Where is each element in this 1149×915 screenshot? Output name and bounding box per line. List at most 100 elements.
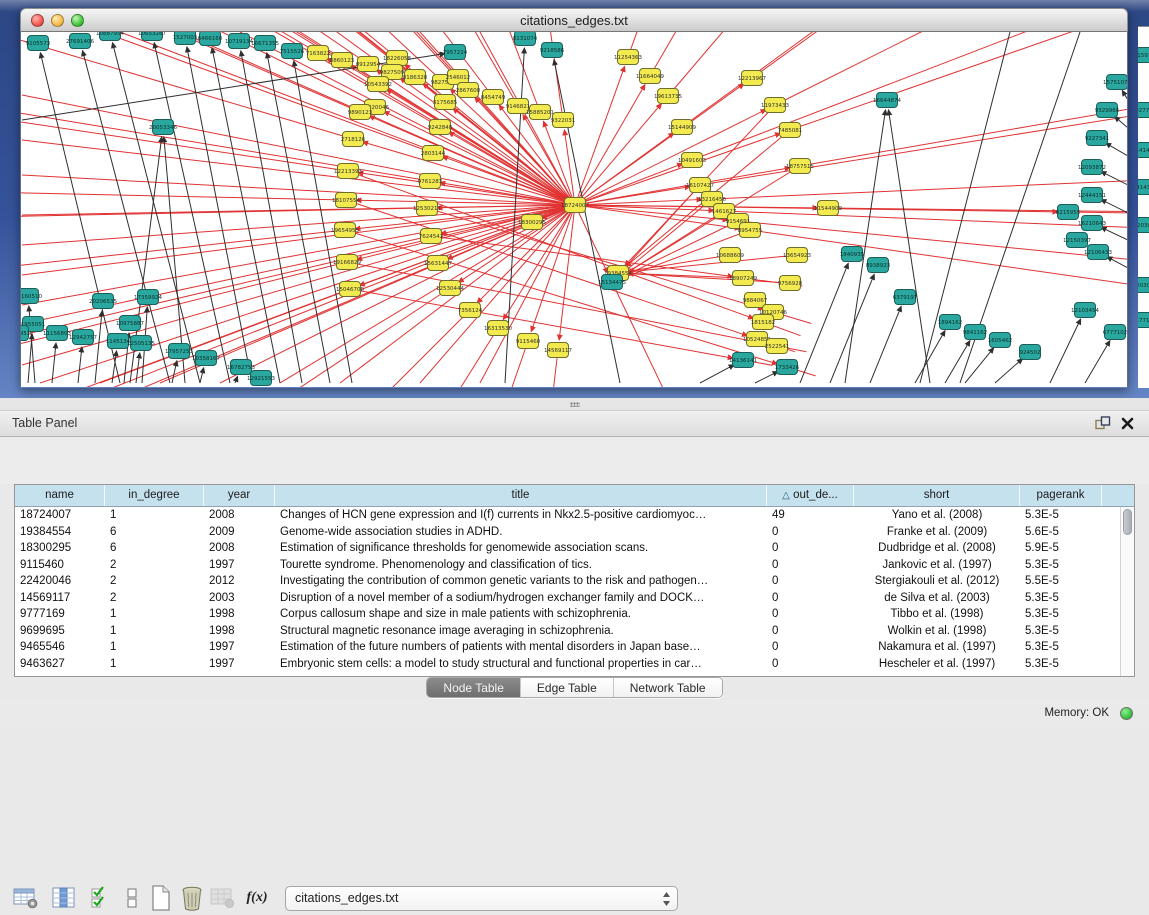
column-header-short[interactable]: short: [854, 485, 1020, 506]
table-cell[interactable]: Tibbo et al. (1998): [854, 606, 1020, 623]
table-cell[interactable]: 14569117: [15, 590, 105, 607]
table-cell[interactable]: 1997: [204, 656, 275, 673]
table-cell[interactable]: Changes of HCN gene expression and I(f) …: [275, 507, 767, 524]
show-columns-icon[interactable]: [50, 885, 78, 911]
table-cell[interactable]: 1: [105, 656, 204, 673]
table-cell[interactable]: 5.5E-5: [1020, 573, 1102, 590]
tab-edge-table[interactable]: Edge Table: [521, 678, 614, 697]
table-cell[interactable]: 2009: [204, 524, 275, 541]
column-header-name[interactable]: name: [15, 485, 105, 506]
table-cell[interactable]: 1998: [204, 623, 275, 640]
splitter-grip-icon[interactable]: [570, 402, 580, 407]
table-cell[interactable]: 2003: [204, 590, 275, 607]
table-cell[interactable]: 18300295: [15, 540, 105, 557]
table-row[interactable]: 1456911722003Disruption of a novel membe…: [15, 590, 1134, 607]
table-cell[interactable]: 0: [767, 573, 854, 590]
column-header-year[interactable]: year: [204, 485, 275, 506]
table-cell[interactable]: 49: [767, 507, 854, 524]
table-cell[interactable]: 1: [105, 623, 204, 640]
table-row[interactable]: 946362711997Embryonic stem cells: a mode…: [15, 656, 1134, 673]
table-row[interactable]: 2242004622012Investigating the contribut…: [15, 573, 1134, 590]
table-cell[interactable]: Franke et al. (2009): [854, 524, 1020, 541]
table-cell[interactable]: de Silva et al. (2003): [854, 590, 1020, 607]
column-header-out-degree[interactable]: △ out_de...: [767, 485, 854, 506]
table-cell[interactable]: 5.3E-5: [1020, 639, 1102, 656]
table-cell[interactable]: 2008: [204, 507, 275, 524]
panel-splitter[interactable]: [0, 398, 1149, 411]
table-cell[interactable]: 1: [105, 507, 204, 524]
table-cell[interactable]: 0: [767, 540, 854, 557]
table-cell[interactable]: 0: [767, 606, 854, 623]
table-cell[interactable]: Corpus callosum shape and size in male p…: [275, 606, 767, 623]
network-canvas[interactable]: 1872400718300295886012389129541822605898…: [20, 32, 1128, 387]
table-cell[interactable]: Tourette syndrome. Phenomenology and cla…: [275, 557, 767, 574]
table-cell[interactable]: 18724007: [15, 507, 105, 524]
network-window-titlebar[interactable]: citations_edges.txt: [20, 8, 1128, 32]
table-cell[interactable]: 5.3E-5: [1020, 656, 1102, 673]
table-cell[interactable]: Nakamura et al. (1997): [854, 639, 1020, 656]
table-cell[interactable]: 0: [767, 590, 854, 607]
table-cell[interactable]: 5.3E-5: [1020, 557, 1102, 574]
table-row[interactable]: 1830029562008Estimation of significance …: [15, 540, 1134, 557]
table-cell[interactable]: 2008: [204, 540, 275, 557]
table-cell[interactable]: 9699695: [15, 623, 105, 640]
table-cell[interactable]: Genome-wide association studies in ADHD.: [275, 524, 767, 541]
table-cell[interactable]: 1997: [204, 639, 275, 656]
table-cell[interactable]: Estimation of significance thresholds fo…: [275, 540, 767, 557]
table-cell[interactable]: Structural magnetic resonance image aver…: [275, 623, 767, 640]
table-cell[interactable]: 5.3E-5: [1020, 590, 1102, 607]
table-cell[interactable]: 9115460: [15, 557, 105, 574]
delete-table-icon[interactable]: [178, 885, 206, 911]
table-cell[interactable]: 22420046: [15, 573, 105, 590]
table-cell[interactable]: 5.3E-5: [1020, 623, 1102, 640]
float-window-icon[interactable]: [1095, 416, 1111, 431]
table-vertical-scrollbar[interactable]: [1120, 507, 1134, 676]
select-columns-icon[interactable]: [88, 885, 116, 911]
table-cell[interactable]: 5.9E-5: [1020, 540, 1102, 557]
table-cell[interactable]: Estimation of the future numbers of pati…: [275, 639, 767, 656]
table-row[interactable]: 1872400712008Changes of HCN gene express…: [15, 507, 1134, 524]
background-network-view[interactable]: 1591092774141435141435212030712030721771…: [1138, 26, 1149, 388]
table-cell[interactable]: Stergiakouli et al. (2012): [854, 573, 1020, 590]
table-cell[interactable]: Embryonic stem cells: a model to study s…: [275, 656, 767, 673]
table-cell[interactable]: 9465546: [15, 639, 105, 656]
tab-network-table[interactable]: Network Table: [614, 678, 722, 697]
table-cell[interactable]: 5.6E-5: [1020, 524, 1102, 541]
table-cell[interactable]: 5.3E-5: [1020, 507, 1102, 524]
table-cell[interactable]: 1: [105, 606, 204, 623]
table-row[interactable]: 977716911998Corpus callosum shape and si…: [15, 606, 1134, 623]
table-cell[interactable]: 0: [767, 524, 854, 541]
table-cell[interactable]: 0: [767, 623, 854, 640]
column-header-pagerank[interactable]: pagerank: [1020, 485, 1102, 506]
create-table-icon[interactable]: [147, 885, 175, 911]
table-cell[interactable]: 9463627: [15, 656, 105, 673]
table-cell[interactable]: Yano et al. (2008): [854, 507, 1020, 524]
table-cell[interactable]: 0: [767, 557, 854, 574]
table-cell[interactable]: Dudbridge et al. (2008): [854, 540, 1020, 557]
table-cell[interactable]: Investigating the contribution of common…: [275, 573, 767, 590]
table-cell[interactable]: 6: [105, 540, 204, 557]
table-cell[interactable]: Jankovic et al. (1997): [854, 557, 1020, 574]
scrollbar-thumb[interactable]: [1123, 509, 1132, 535]
table-selector-dropdown[interactable]: citations_edges.txt: [285, 886, 678, 911]
table-cell[interactable]: 6: [105, 524, 204, 541]
row-height-icon[interactable]: [118, 885, 146, 911]
table-cell[interactable]: 1998: [204, 606, 275, 623]
table-cell[interactable]: 19384554: [15, 524, 105, 541]
table-cell[interactable]: 2: [105, 557, 204, 574]
table-row[interactable]: 969969511998Structural magnetic resonanc…: [15, 623, 1134, 640]
table-cell[interactable]: 2012: [204, 573, 275, 590]
table-cell[interactable]: Wolkin et al. (1998): [854, 623, 1020, 640]
table-cell[interactable]: 9777169: [15, 606, 105, 623]
table-cell[interactable]: Disruption of a novel member of a sodium…: [275, 590, 767, 607]
table-cell[interactable]: 0: [767, 656, 854, 673]
function-builder-icon[interactable]: f(x): [243, 885, 271, 911]
table-row[interactable]: 1938455462009Genome-wide association stu…: [15, 524, 1134, 541]
table-cell[interactable]: 2: [105, 590, 204, 607]
tab-node-table[interactable]: Node Table: [427, 678, 521, 697]
close-panel-icon[interactable]: [1120, 416, 1135, 431]
table-settings-icon[interactable]: [12, 885, 40, 911]
table-row[interactable]: 946554611997Estimation of the future num…: [15, 639, 1134, 656]
table-cell[interactable]: 5.3E-5: [1020, 606, 1102, 623]
table-cell[interactable]: 2: [105, 573, 204, 590]
